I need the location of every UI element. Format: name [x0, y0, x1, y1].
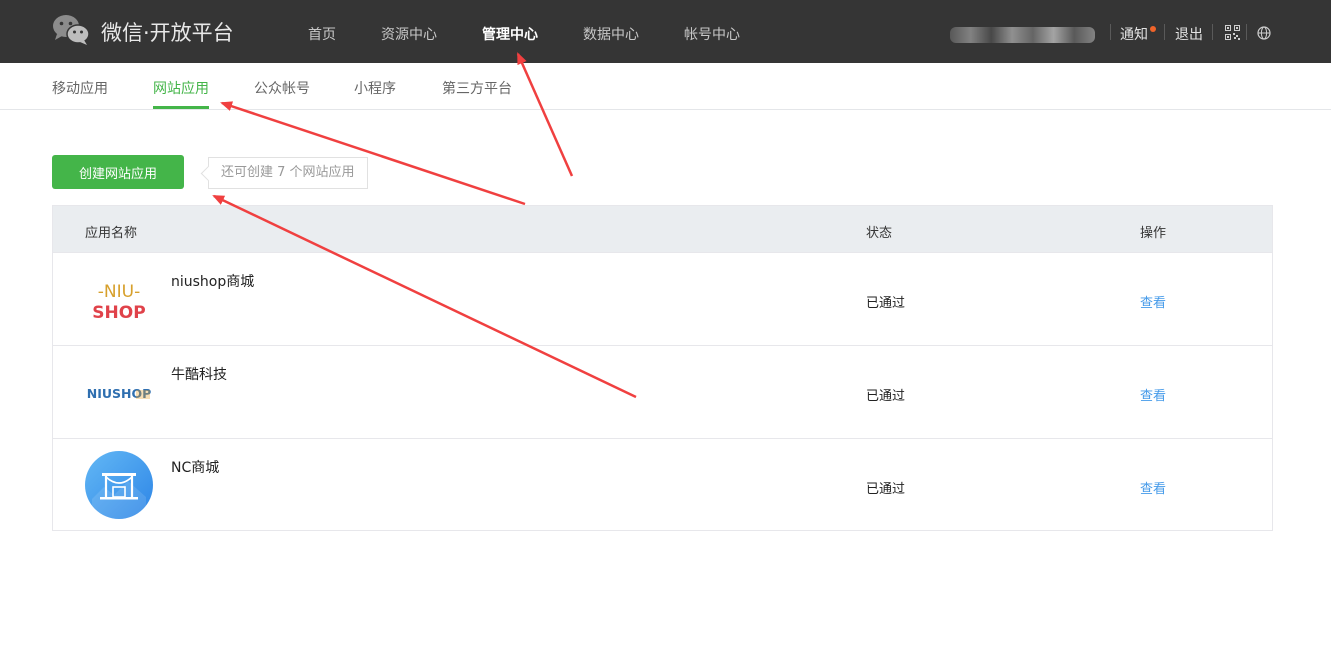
app-name: niushop商城 [171, 274, 255, 290]
header-app-name: 应用名称 [85, 226, 138, 241]
divider [1110, 24, 1111, 40]
divider [1164, 24, 1165, 40]
nav-management-center[interactable]: 管理中心 [482, 24, 538, 44]
divider [1246, 24, 1247, 40]
niushop-logo: -NIU- SHOP [92, 282, 145, 323]
divider [1212, 24, 1213, 40]
table-row: NIUSHOP 牛酷科技 已通过 查看 [53, 345, 1272, 439]
active-tab-indicator [153, 106, 209, 109]
notice-dot-icon [1150, 26, 1156, 32]
view-link[interactable]: 查看 [1140, 292, 1166, 311]
logout-link[interactable]: 退出 [1175, 24, 1203, 44]
tab-website-app[interactable]: 网站应用 [153, 78, 209, 98]
nav-resource-center[interactable]: 资源中心 [381, 24, 437, 44]
remaining-quota-tip: 还可创建 7 个网站应用 [208, 157, 368, 189]
table-row: -NIU- SHOP niushop商城 已通过 查看 [53, 252, 1272, 346]
qrcode-icon[interactable] [1225, 25, 1240, 40]
tab-mini-program[interactable]: 小程序 [354, 78, 396, 98]
view-link[interactable]: 查看 [1140, 385, 1166, 404]
logo-text: -NIU- [98, 282, 140, 302]
app-name: NC商城 [171, 460, 220, 476]
globe-icon[interactable] [1257, 26, 1271, 40]
table-header: 应用名称 状态 操作 [53, 206, 1272, 252]
app-name: 牛酷科技 [171, 367, 227, 383]
create-website-app-button[interactable]: 创建网站应用 [52, 155, 184, 189]
brand-title[interactable]: 微信·开放平台 [101, 17, 234, 47]
view-link[interactable]: 查看 [1140, 478, 1166, 497]
tab-mobile-app[interactable]: 移动应用 [52, 78, 108, 98]
logo-text: SHOP [92, 303, 145, 323]
nc-mall-logo [85, 451, 153, 519]
header-status: 状态 [866, 226, 893, 241]
status-text: 已通过 [866, 296, 906, 311]
notice-link[interactable]: 通知 [1120, 24, 1148, 44]
niushop-logo: NIUSHOP [87, 386, 152, 401]
top-navigation-bar: 微信·开放平台 首页 资源中心 管理中心 数据中心 帐号中心 通知 退出 [0, 0, 1331, 63]
nav-home[interactable]: 首页 [308, 24, 336, 44]
nav-account-center[interactable]: 帐号中心 [684, 24, 740, 44]
tab-official-account[interactable]: 公众帐号 [254, 78, 310, 98]
wechat-logo[interactable] [52, 14, 90, 46]
table-row: NC商城 已通过 查看 [53, 438, 1272, 532]
status-text: 已通过 [866, 389, 906, 404]
app-table: 应用名称 状态 操作 -NIU- SHOP niushop商城 已通过 查看 N… [52, 205, 1273, 531]
header-operation: 操作 [1140, 226, 1167, 241]
tab-third-party-platform[interactable]: 第三方平台 [442, 78, 512, 98]
nav-data-center[interactable]: 数据中心 [583, 24, 639, 44]
blurred-username[interactable] [950, 27, 1095, 43]
status-text: 已通过 [866, 482, 906, 497]
sub-navigation: 移动应用 网站应用 公众帐号 小程序 第三方平台 [0, 63, 1331, 110]
